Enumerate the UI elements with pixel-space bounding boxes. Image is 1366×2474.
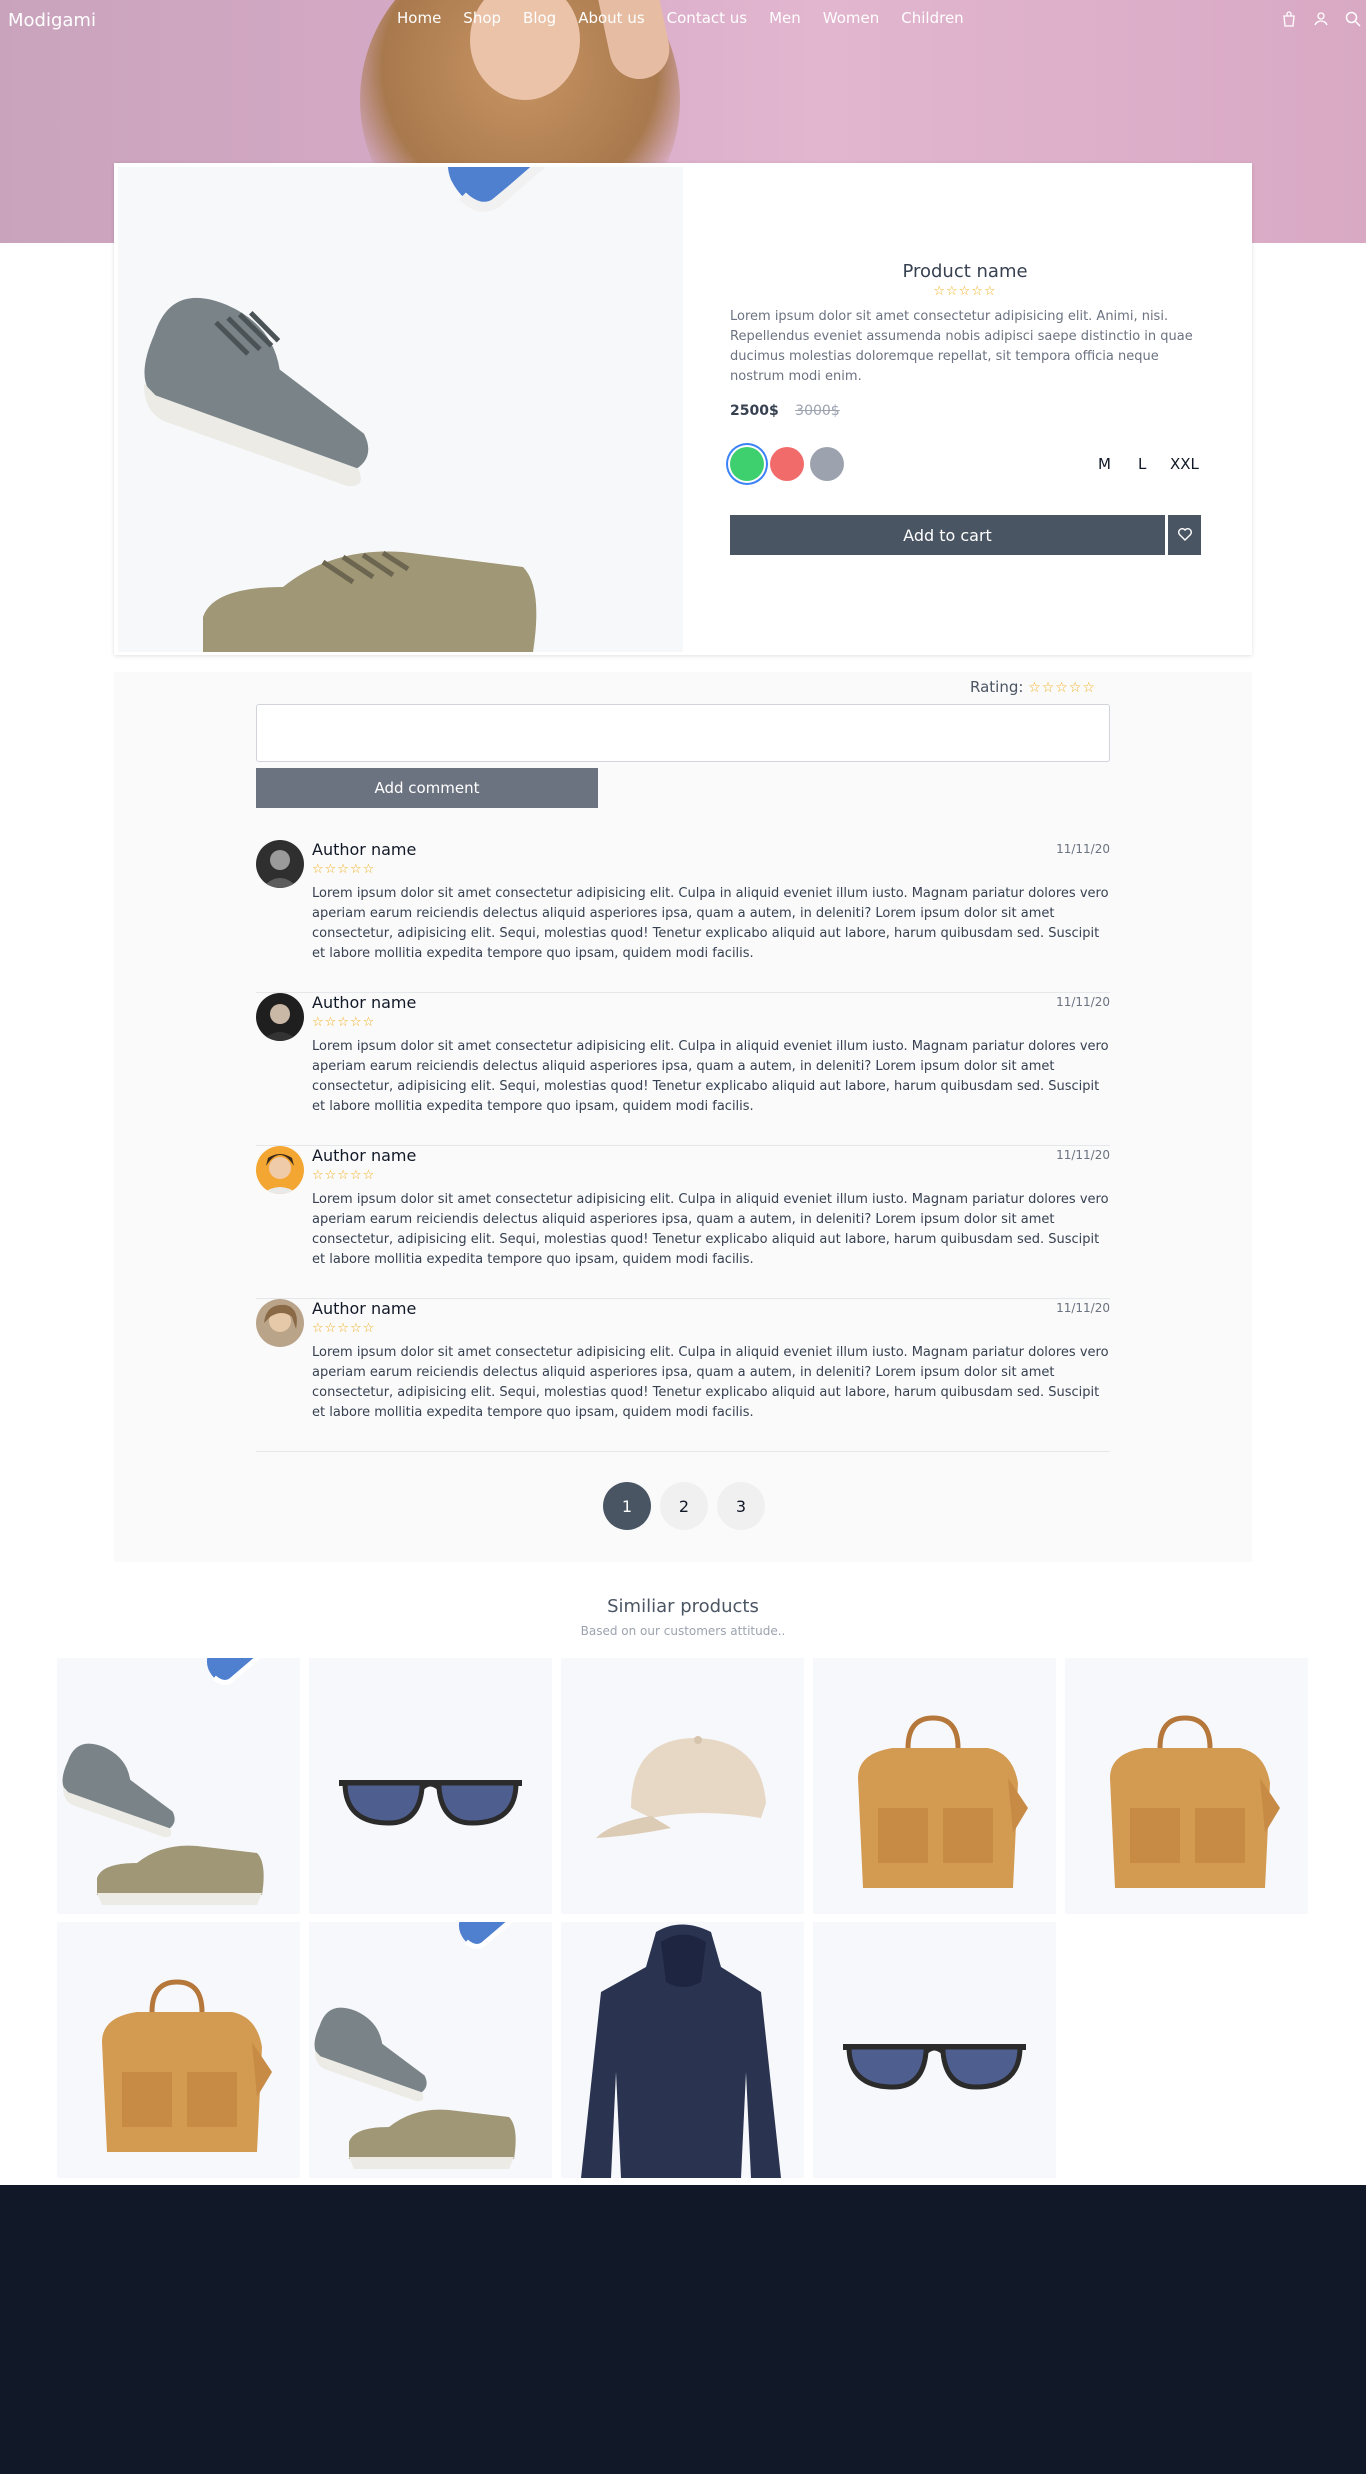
add-comment-button[interactable]: Add comment <box>256 768 598 808</box>
reviews-section: Rating: ☆☆☆☆☆ Add comment Author name ☆☆… <box>114 672 1252 1562</box>
rating-input: Rating: ☆☆☆☆☆ <box>970 678 1096 696</box>
nav-link-about[interactable]: About us <box>578 9 644 27</box>
color-swatch-red[interactable] <box>770 447 804 481</box>
bag-icon[interactable] <box>1280 10 1298 28</box>
page-button-1[interactable]: 1 <box>603 1482 651 1530</box>
product-tile-bag[interactable] <box>1065 1658 1308 1914</box>
product-tile-shoes[interactable] <box>57 1658 300 1914</box>
nav-link-men[interactable]: Men <box>769 9 801 27</box>
review-text: Lorem ipsum dolor sit amet consectetur a… <box>312 1192 1109 1267</box>
review-text: Lorem ipsum dolor sit amet consectetur a… <box>312 1345 1109 1420</box>
review-date: 11/11/20 <box>1056 842 1110 856</box>
product-image <box>118 167 683 652</box>
review-author: Author name <box>312 993 417 1012</box>
similar-products-title: Similiar products <box>607 1596 759 1617</box>
review-list: Author name ☆☆☆☆☆ 11/11/20 Lorem ipsum d… <box>256 840 1110 1452</box>
product-tile-sunglasses[interactable] <box>813 1922 1056 2178</box>
product-rating-stars: ☆☆☆☆☆ <box>933 284 997 299</box>
review-stars: ☆☆☆☆☆ <box>312 1015 376 1030</box>
wishlist-button[interactable] <box>1168 515 1201 555</box>
rating-stars-input[interactable]: ☆☆☆☆☆ <box>1028 680 1096 696</box>
color-swatch-green[interactable] <box>730 447 764 481</box>
nav-links: Home Shop Blog About us Contact us Men W… <box>397 9 986 27</box>
nav-link-contact[interactable]: Contact us <box>667 9 747 27</box>
page-button-3[interactable]: 3 <box>717 1482 765 1530</box>
review-date: 11/11/20 <box>1056 1148 1110 1162</box>
product-options: M L XXL <box>730 447 1200 483</box>
product-tile-cap[interactable] <box>561 1658 804 1914</box>
product-name: Product name <box>902 261 1028 282</box>
comment-textarea[interactable] <box>256 704 1110 762</box>
size-option-l[interactable]: L <box>1138 455 1146 473</box>
avatar <box>256 1146 304 1194</box>
review-text: Lorem ipsum dolor sit amet consectetur a… <box>312 1039 1109 1114</box>
heart-icon <box>1177 526 1193 545</box>
color-swatch-grey[interactable] <box>810 447 844 481</box>
product-tile-bag[interactable] <box>813 1658 1056 1914</box>
brand-logo[interactable]: Modigami <box>8 10 96 31</box>
nav-link-home[interactable]: Home <box>397 9 441 27</box>
review-text: Lorem ipsum dolor sit amet consectetur a… <box>312 886 1109 961</box>
product-tile-hoodie[interactable] <box>561 1922 804 2178</box>
page-button-2[interactable]: 2 <box>660 1482 708 1530</box>
product-old-price: 3000$ <box>795 403 840 419</box>
review-stars: ☆☆☆☆☆ <box>312 862 376 877</box>
review-stars: ☆☆☆☆☆ <box>312 1168 376 1183</box>
review-stars: ☆☆☆☆☆ <box>312 1321 376 1336</box>
product-card: Product name ☆☆☆☆☆ Lorem ipsum dolor sit… <box>114 163 1252 655</box>
nav-link-children[interactable]: Children <box>901 9 963 27</box>
search-icon[interactable] <box>1344 10 1362 28</box>
review-date: 11/11/20 <box>1056 1301 1110 1315</box>
avatar <box>256 1299 304 1347</box>
product-price: 2500$ <box>730 403 779 419</box>
review-item: Author name ☆☆☆☆☆ 11/11/20 Lorem ipsum d… <box>256 1146 1110 1299</box>
review-author: Author name <box>312 1146 417 1165</box>
price-row: 2500$ 3000$ <box>730 403 1200 419</box>
review-date: 11/11/20 <box>1056 995 1110 1009</box>
avatar <box>256 840 304 888</box>
nav-icons <box>1280 10 1362 28</box>
product-tile-shoes[interactable] <box>309 1922 552 2178</box>
add-to-cart-button[interactable]: Add to cart <box>730 515 1165 555</box>
review-item: Author name ☆☆☆☆☆ 11/11/20 Lorem ipsum d… <box>256 993 1110 1146</box>
review-author: Author name <box>312 840 417 859</box>
top-nav: Modigami Home Shop Blog About us Contact… <box>0 0 1366 40</box>
pagination: 1 2 3 <box>603 1482 765 1530</box>
size-option-m[interactable]: M <box>1098 455 1111 473</box>
size-option-xxl[interactable]: XXL <box>1170 455 1199 473</box>
similar-products-subtitle: Based on our customers attitude.. <box>580 1624 786 1638</box>
footer <box>0 2185 1366 2474</box>
cart-row: Add to cart <box>730 515 1201 555</box>
review-item: Author name ☆☆☆☆☆ 11/11/20 Lorem ipsum d… <box>256 1299 1110 1452</box>
product-info: Product name ☆☆☆☆☆ Lorem ipsum dolor sit… <box>730 261 1201 555</box>
nav-link-shop[interactable]: Shop <box>463 9 501 27</box>
rating-label: Rating: <box>970 678 1024 696</box>
product-tile-sunglasses[interactable] <box>309 1658 552 1914</box>
product-tile-bag[interactable] <box>57 1922 300 2178</box>
user-icon[interactable] <box>1312 10 1330 28</box>
nav-link-blog[interactable]: Blog <box>523 9 556 27</box>
review-item: Author name ☆☆☆☆☆ 11/11/20 Lorem ipsum d… <box>256 840 1110 993</box>
review-author: Author name <box>312 1299 417 1318</box>
product-description: Lorem ipsum dolor sit amet consectetur a… <box>730 309 1193 384</box>
nav-link-women[interactable]: Women <box>823 9 879 27</box>
avatar <box>256 993 304 1041</box>
